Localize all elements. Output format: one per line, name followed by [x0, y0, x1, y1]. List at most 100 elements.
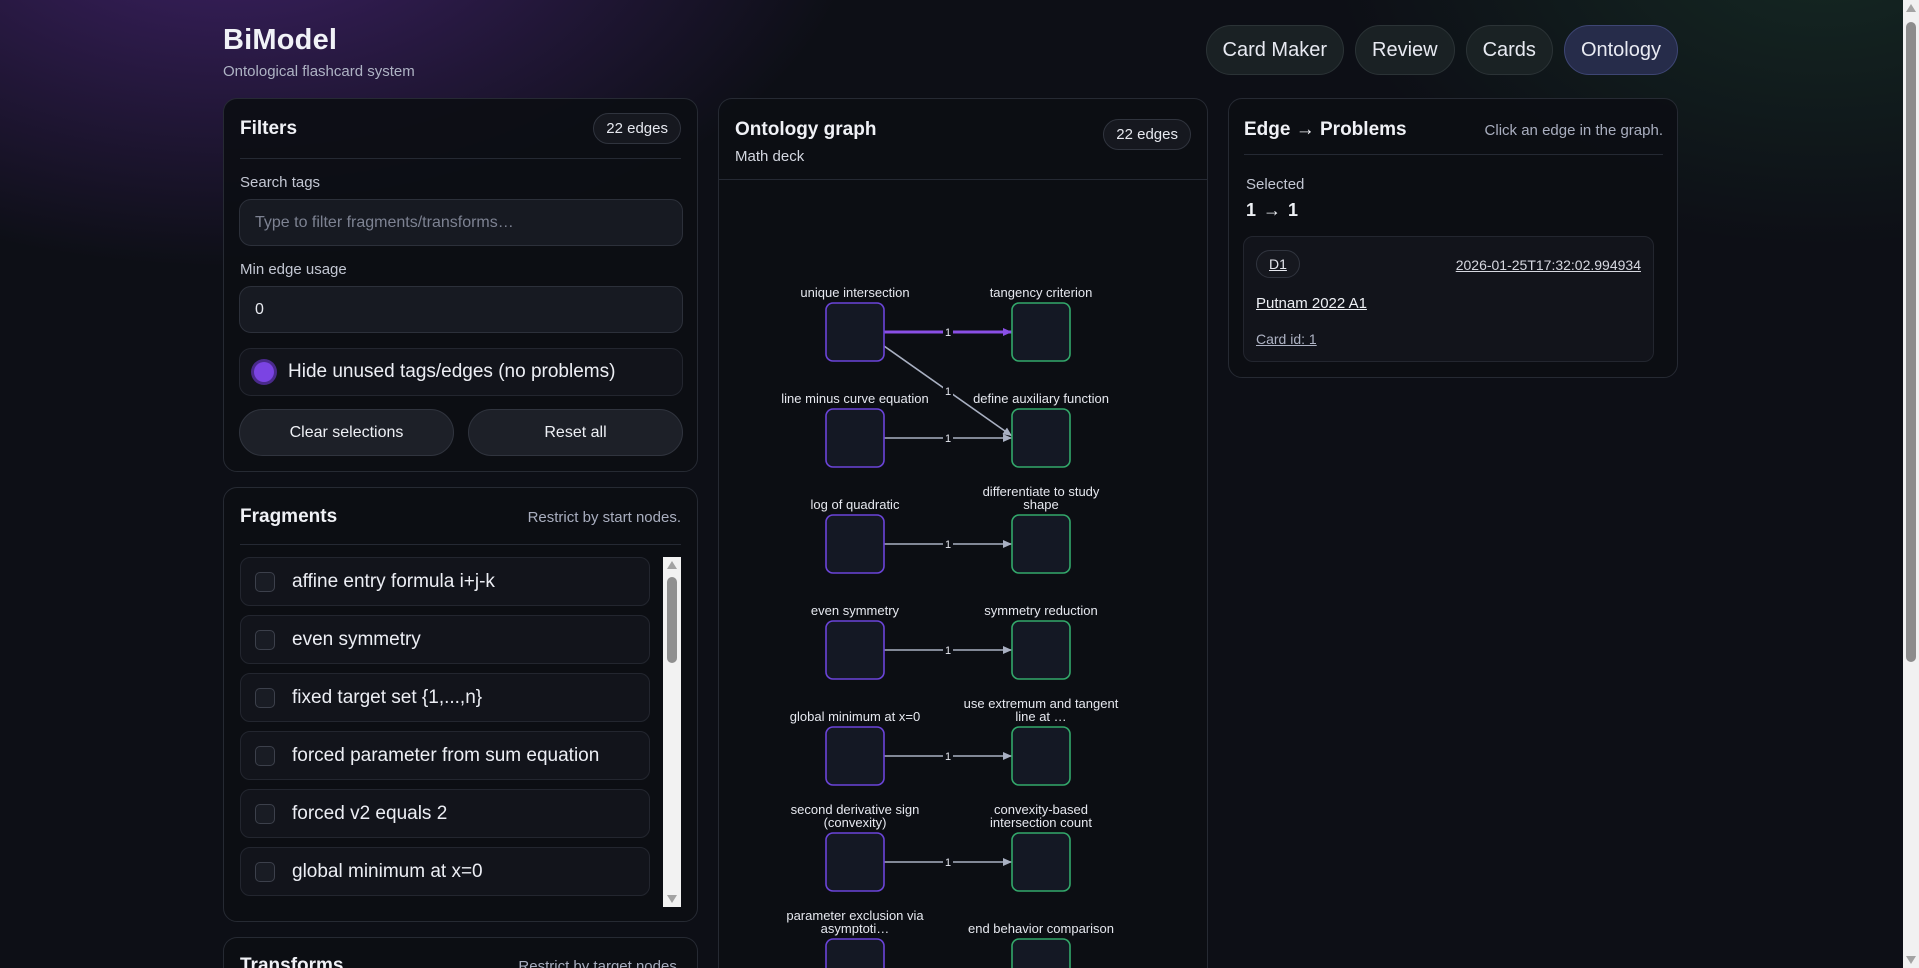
fragments-scrollbar[interactable]	[663, 557, 681, 907]
hide-unused-toggle[interactable]: Hide unused tags/edges (no problems)	[239, 348, 683, 396]
edge-weight-label: 1	[945, 751, 951, 763]
app-title: BiModel	[223, 24, 338, 56]
fragments-divider	[240, 544, 681, 545]
end-node[interactable]	[1011, 620, 1071, 680]
min-edge-usage-label: Min edge usage	[240, 261, 347, 278]
fragment-item[interactable]: fixed target set {1,...,n}	[240, 673, 650, 722]
page-scroll-down-icon[interactable]	[1906, 956, 1916, 964]
hide-unused-label: Hide unused tags/edges (no problems)	[288, 361, 616, 382]
fragment-item[interactable]: affine entry formula i+j-k	[240, 557, 650, 606]
start-node-label: even symmetry	[811, 603, 900, 618]
fragment-checkbox[interactable]	[255, 861, 275, 882]
start-node-label: unique intersection	[800, 285, 909, 300]
transforms-hint: Restrict by target nodes.	[518, 957, 681, 968]
graph-panel: Ontology graph Math deck 22 edges 111111…	[718, 98, 1208, 968]
start-node[interactable]	[825, 302, 885, 362]
start-node-label: line minus curve equation	[781, 391, 928, 406]
fragment-label: global minimum at x=0	[292, 860, 483, 882]
edge-weight-label: 1	[945, 645, 951, 657]
problem-card[interactable]: D1 2026-01-25T17:32:02.994934 Putnam 202…	[1243, 236, 1654, 362]
app-brand: BiModel Ontological flashcard system	[223, 24, 415, 80]
start-node[interactable]	[825, 408, 885, 468]
end-node[interactable]	[1011, 938, 1071, 968]
end-node[interactable]	[1011, 726, 1071, 786]
fragment-checkbox[interactable]	[255, 571, 275, 592]
start-node[interactable]	[825, 620, 885, 680]
start-node[interactable]	[825, 938, 885, 968]
edge-problems-divider	[1244, 154, 1663, 155]
search-tags-label: Search tags	[240, 174, 321, 191]
app-subtitle: Ontological flashcard system	[223, 63, 415, 80]
fragment-item[interactable]: even symmetry	[240, 615, 650, 664]
end-node[interactable]	[1011, 408, 1071, 468]
fragments-title: Fragments	[240, 506, 338, 527]
start-node-label: log of quadratic	[811, 497, 900, 512]
end-node-label: tangency criterion	[990, 285, 1093, 300]
start-node[interactable]	[825, 514, 885, 574]
scroll-up-icon[interactable]	[667, 561, 677, 569]
end-node[interactable]	[1011, 302, 1071, 362]
fragment-label: affine entry formula i+j-k	[292, 570, 495, 592]
edge-weight-label: 1	[945, 386, 951, 398]
hide-unused-checkbox[interactable]	[254, 362, 274, 382]
page-scroll-up-icon[interactable]	[1906, 4, 1916, 12]
start-node[interactable]	[825, 832, 885, 892]
edge-problems-panel: Edge → Problems Click an edge in the gra…	[1228, 98, 1678, 378]
fragments-hint: Restrict by start nodes.	[527, 508, 681, 526]
edge-problems-title: Edge → Problems	[1244, 119, 1407, 140]
end-node[interactable]	[1011, 832, 1071, 892]
end-node-label: line at …	[1015, 709, 1066, 724]
transforms-title: Transforms	[240, 955, 344, 968]
tab-card-maker[interactable]: Card Maker	[1205, 25, 1344, 75]
fragment-item[interactable]: forced v2 equals 2	[240, 789, 650, 838]
fragment-checkbox[interactable]	[255, 629, 275, 650]
tab-ontology[interactable]: Ontology	[1563, 25, 1678, 75]
fragment-label: forced v2 equals 2	[292, 802, 448, 824]
end-node-label: define auxiliary function	[973, 391, 1109, 406]
fragment-item[interactable]: global minimum at x=0	[240, 847, 650, 896]
filters-panel: Filters 22 edges Search tags Type to fil…	[223, 98, 698, 472]
selected-label: Selected	[1246, 176, 1305, 193]
fragment-label: fixed target set {1,...,n}	[292, 686, 483, 708]
fragment-item[interactable]: forced parameter from sum equation	[240, 731, 650, 780]
search-tags-input[interactable]: Type to filter fragments/transforms…	[239, 199, 683, 246]
clear-selections-button[interactable]: Clear selections	[239, 409, 454, 456]
selected-edge-value: 1 → 1	[1246, 200, 1300, 220]
transforms-panel: Transforms Restrict by target nodes.	[223, 937, 698, 968]
min-edge-usage-input[interactable]: 0	[239, 286, 683, 333]
fragments-panel: Fragments Restrict by start nodes. affin…	[223, 487, 698, 922]
fragment-label: forced parameter from sum equation	[292, 744, 600, 766]
start-node-label: asymptoti…	[821, 921, 890, 936]
end-node-label: shape	[1023, 497, 1058, 512]
card-timestamp-link[interactable]: 2026-01-25T17:32:02.994934	[1456, 257, 1641, 273]
fragment-checkbox[interactable]	[255, 803, 275, 824]
fragment-checkbox[interactable]	[255, 687, 275, 708]
fragment-label: even symmetry	[292, 628, 421, 650]
start-node-label: (convexity)	[824, 815, 887, 830]
edge-weight-label: 1	[945, 327, 951, 339]
filters-divider	[240, 158, 681, 159]
edge-weight-label: 1	[945, 539, 951, 551]
graph-edge-count-badge: 22 edges	[1103, 119, 1191, 150]
filters-edge-count-badge: 22 edges	[593, 113, 681, 144]
tab-review[interactable]: Review	[1355, 25, 1455, 75]
start-node[interactable]	[825, 726, 885, 786]
card-id-link[interactable]: Card id: 1	[1256, 331, 1317, 347]
page-scrollbar-thumb[interactable]	[1906, 22, 1916, 662]
start-node-label: global minimum at x=0	[790, 709, 920, 724]
problem-link[interactable]: Putnam 2022 A1	[1256, 295, 1367, 312]
deck-badge[interactable]: D1	[1256, 250, 1300, 278]
page-scrollbar[interactable]	[1903, 0, 1919, 968]
filters-title: Filters	[240, 117, 298, 139]
edge-weight-label: 1	[945, 857, 951, 869]
tab-cards[interactable]: Cards	[1465, 25, 1553, 75]
edge-problems-hint: Click an edge in the graph.	[1484, 121, 1663, 139]
fragment-checkbox[interactable]	[255, 745, 275, 766]
scroll-down-icon[interactable]	[667, 895, 677, 903]
graph-subtitle: Math deck	[735, 148, 805, 165]
edge-weight-label: 1	[945, 433, 951, 445]
end-node[interactable]	[1011, 514, 1071, 574]
scrollbar-thumb[interactable]	[667, 577, 677, 663]
reset-all-button[interactable]: Reset all	[468, 409, 683, 456]
ontology-graph[interactable]: 1 1 1 1 1 1 1 unique intersection line minus cu…	[719, 180, 1208, 968]
